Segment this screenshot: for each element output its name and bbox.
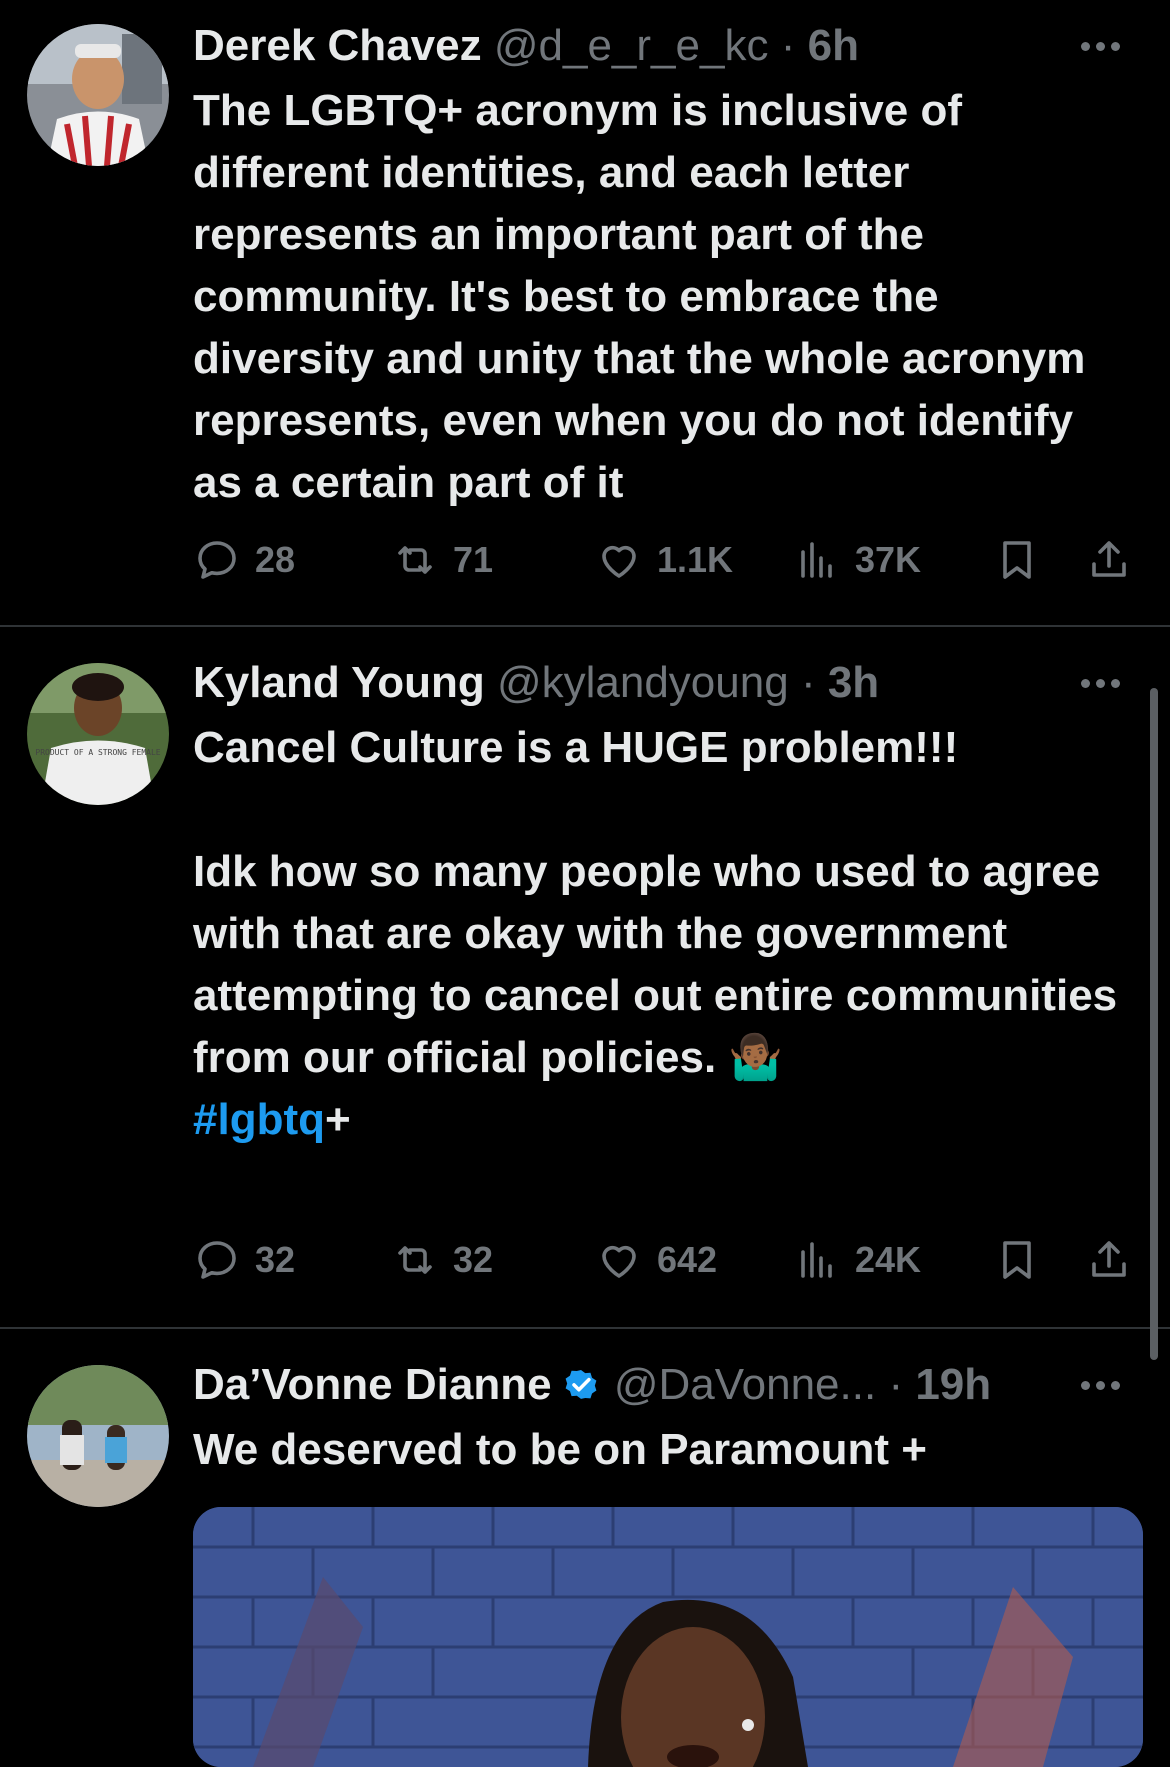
- retweet-icon: [398, 1246, 432, 1274]
- tweet-text: Cancel Culture is a HUGE problem!!! Idk …: [193, 717, 1123, 1151]
- like-icon: [602, 1245, 636, 1278]
- tweet-header: Kyland Young @kylandyoung · 3h: [193, 653, 1060, 713]
- tweet-text-body: Idk how so many people who used to agree…: [193, 847, 1118, 1082]
- action-bar: 28 71 1.1K 37K: [193, 530, 1143, 590]
- verified-badge-icon: [565, 1370, 596, 1399]
- timestamp[interactable]: 19h: [915, 1360, 991, 1409]
- reply-icon: [198, 541, 236, 579]
- like-count: 1.1K: [657, 539, 734, 580]
- share-button[interactable]: [1085, 1230, 1133, 1290]
- views-button[interactable]: 37K: [793, 530, 921, 590]
- avatar[interactable]: PRODUCT OF A STRONG FEMALE: [27, 663, 169, 805]
- svg-text:PRODUCT OF A STRONG FEMALE: PRODUCT OF A STRONG FEMALE: [35, 748, 160, 757]
- display-name[interactable]: Derek Chavez: [193, 21, 482, 70]
- display-name[interactable]: Kyland Young: [193, 658, 485, 707]
- separator: ·: [800, 658, 816, 707]
- tweet-text-line: Cancel Culture is a HUGE problem!!!: [193, 723, 959, 772]
- hashtag-suffix: +: [324, 1095, 351, 1144]
- tweet-kyland-young[interactable]: PRODUCT OF A STRONG FEMALE Kyland Young …: [0, 627, 1170, 1327]
- timestamp[interactable]: 6h: [808, 21, 859, 70]
- bookmark-icon: [1003, 1241, 1031, 1279]
- reply-button[interactable]: 32: [193, 1230, 295, 1290]
- tweet-text: The LGBTQ+ acronym is inclusive of diffe…: [193, 86, 1086, 507]
- tweet-header: Derek Chavez @d_e_r_e_kc · 6h: [193, 16, 1060, 76]
- more-icon[interactable]: [1070, 1365, 1130, 1405]
- more-icon[interactable]: [1070, 663, 1130, 703]
- tweet-derek-chavez[interactable]: Derek Chavez @d_e_r_e_kc · 6h The LGBTQ+…: [0, 0, 1170, 625]
- tweet-text: We deserved to be on Paramount +: [193, 1425, 927, 1474]
- share-icon: [1092, 541, 1126, 577]
- timestamp[interactable]: 3h: [828, 658, 879, 707]
- retweet-button[interactable]: 71: [391, 530, 493, 590]
- retweet-icon: [398, 546, 432, 574]
- views-count: 37K: [855, 539, 922, 580]
- reply-count: 28: [255, 539, 296, 580]
- hashtag-link[interactable]: #lgbtq: [193, 1095, 325, 1144]
- views-count: 24K: [855, 1239, 922, 1280]
- share-icon: [1092, 1241, 1126, 1277]
- like-button[interactable]: 642: [595, 1230, 717, 1290]
- handle[interactable]: @kylandyoung: [497, 658, 789, 707]
- bookmark-icon: [1003, 541, 1031, 579]
- separator: ·: [780, 21, 796, 70]
- reply-count: 32: [255, 1239, 296, 1280]
- reply-icon: [198, 1241, 236, 1279]
- bookmark-button[interactable]: [993, 1230, 1041, 1290]
- retweet-count: 71: [453, 539, 494, 580]
- avatar[interactable]: [27, 1365, 169, 1507]
- display-name[interactable]: Da’Vonne Dianne: [193, 1360, 552, 1409]
- like-count: 642: [657, 1239, 718, 1280]
- views-icon: [801, 542, 832, 578]
- like-button[interactable]: 1.1K: [595, 530, 733, 590]
- separator: ·: [888, 1360, 904, 1409]
- share-button[interactable]: [1085, 530, 1133, 590]
- handle[interactable]: @d_e_r_e_kc: [494, 21, 769, 70]
- bookmark-button[interactable]: [993, 530, 1041, 590]
- reply-button[interactable]: 28: [193, 530, 295, 590]
- tweet-media-image[interactable]: [193, 1507, 1143, 1767]
- more-icon[interactable]: [1070, 26, 1130, 66]
- like-icon: [602, 545, 636, 578]
- action-bar: 32 32 642 24K: [193, 1230, 1143, 1290]
- views-button[interactable]: 24K: [793, 1230, 921, 1290]
- handle[interactable]: @DaVonne...: [614, 1360, 876, 1409]
- retweet-count: 32: [453, 1239, 494, 1280]
- views-icon: [801, 1242, 832, 1278]
- tweet-header: Da’Vonne Dianne @DaVonne... · 19h: [193, 1355, 1130, 1415]
- scrollbar[interactable]: [1150, 688, 1158, 1360]
- retweet-button[interactable]: 32: [391, 1230, 493, 1290]
- avatar[interactable]: [27, 24, 169, 166]
